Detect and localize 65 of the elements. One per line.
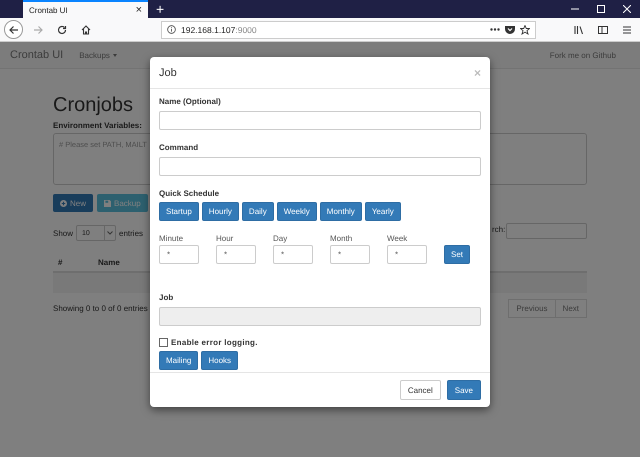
entries-label: entries [119,228,144,238]
field-label: Name (Optional) [159,97,222,106]
save-icon [104,200,112,206]
reload-icon [57,24,67,34]
tab-title: Crontab UI [29,6,68,14]
input-field[interactable] [159,111,481,130]
field-label: Hour [216,234,234,243]
field-label: Command [159,143,200,152]
schedule-button[interactable]: Daily [242,202,274,221]
caret-icon [112,54,117,56]
brand-link[interactable]: Crontab UI [10,49,64,61]
field-label: Day [273,234,288,243]
schedule-button[interactable]: Weekly [276,202,317,221]
field-label: Minute [159,234,184,243]
pagination-button[interactable]: Previous [508,299,556,318]
more-icon[interactable] [490,28,500,31]
address-bar[interactable]: 192.168.1.107:9000 [161,20,536,38]
schedule-button[interactable]: Monthly [320,202,362,221]
arrow-right-icon [33,24,43,34]
env-label: Environment Variables: [53,121,143,130]
field-label: Job [159,293,174,302]
set-button[interactable]: Set [444,245,470,264]
section-label: Quick Schedule [159,189,220,198]
dialog-title: Job [159,66,177,78]
close-icon [623,5,631,13]
back-button[interactable] [4,20,23,39]
arrow-left-icon [8,24,18,34]
input-field[interactable]: * [159,245,199,264]
schedule-button[interactable]: Startup [159,202,199,221]
star-icon[interactable] [520,24,530,34]
column-header[interactable]: # [53,258,98,267]
input-field[interactable]: * [387,245,427,264]
search-label: rch: [492,225,506,234]
option-button[interactable]: Mailing [159,351,198,370]
save-button[interactable]: Save [446,380,481,400]
schedule-button[interactable]: Yearly [364,202,401,221]
checkbox[interactable] [159,338,168,347]
github-link[interactable]: Fork me on Github [550,50,616,60]
field-label: Week [387,234,408,243]
chevron-down-icon [107,231,114,235]
tab-close-button[interactable]: × [136,4,142,16]
home-icon [81,24,91,34]
maximize-icon [597,5,605,13]
input-field[interactable]: * [330,245,370,264]
pocket-icon[interactable] [505,25,515,34]
table-info: Showing 0 to 0 of 0 entries [53,304,148,313]
pagination-button[interactable]: Next [556,299,587,318]
input-field[interactable]: * [216,245,256,264]
browser-tab[interactable]: Crontab UI × [23,0,148,18]
backups-menu[interactable]: Backups [79,50,117,60]
search-field[interactable] [506,223,587,239]
new-tab-button[interactable]: + [148,0,172,18]
input-field[interactable]: * [273,245,313,264]
plus-circle-icon [60,200,67,206]
schedule-button[interactable]: Hourly [202,202,239,221]
cancel-button[interactable]: Cancel [400,380,441,400]
checkbox-label[interactable]: Enable error logging. [171,338,258,347]
page-heading: Cronjobs [53,93,134,117]
column-header[interactable]: Name [98,258,120,267]
option-button[interactable]: Hooks [201,351,238,370]
new-button[interactable]: New [53,194,94,212]
show-label: Show [53,228,74,238]
field-label: Month [330,234,354,243]
info-icon[interactable] [167,25,176,34]
input-field[interactable] [159,157,481,176]
